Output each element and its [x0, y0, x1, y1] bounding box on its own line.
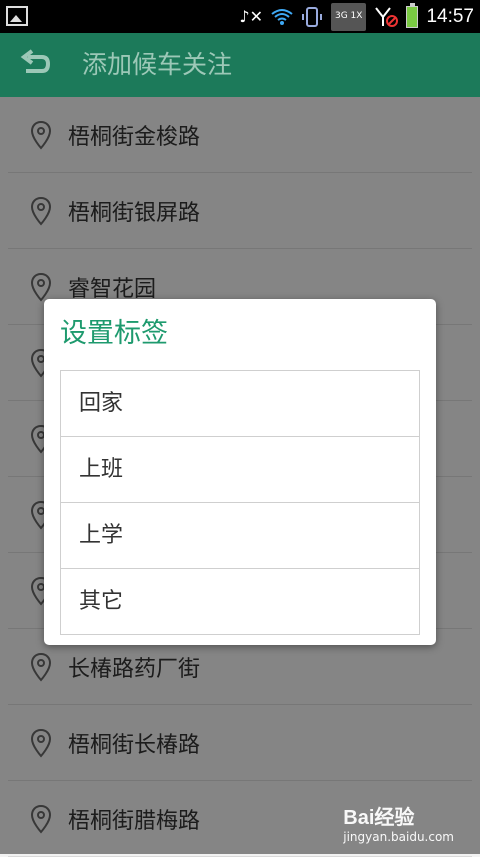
- tag-option-other[interactable]: 其它: [61, 569, 419, 634]
- tag-option-work[interactable]: 上班: [61, 437, 419, 503]
- vibrate-icon: [301, 5, 323, 29]
- baidu-jingyan-watermark: Bai经验 jingyan.baidu.com: [343, 801, 454, 844]
- tag-options: 回家 上班 上学 其它: [60, 370, 420, 635]
- tag-option-school[interactable]: 上学: [61, 503, 419, 569]
- back-arrow-icon: [20, 49, 51, 73]
- tag-option-home[interactable]: 回家: [61, 371, 419, 437]
- dialog-title: 设置标签: [60, 318, 168, 349]
- wifi-icon: [271, 5, 293, 29]
- watermark-brand: Bai经验: [343, 807, 415, 829]
- back-button[interactable]: [18, 47, 54, 83]
- app-bar: 添加候车关注: [0, 33, 480, 97]
- battery-icon: [406, 2, 419, 28]
- watermark-url: jingyan.baidu.com: [343, 830, 454, 844]
- music-muted-icon: ♪✕: [239, 7, 263, 26]
- status-time: 14:57: [426, 5, 474, 27]
- status-icons: ♪✕ 3G 1X 14:57: [239, 0, 474, 33]
- gallery-notification-icon: [6, 6, 28, 26]
- signal-no-sim-icon: [374, 5, 399, 29]
- network-3g-1x-icon: 3G 1X: [331, 2, 367, 31]
- status-bar: ♪✕ 3G 1X 14:57: [0, 0, 480, 33]
- set-tag-dialog: 设置标签 回家 上班 上学 其它: [44, 299, 436, 645]
- page-title: 添加候车关注: [82, 50, 233, 79]
